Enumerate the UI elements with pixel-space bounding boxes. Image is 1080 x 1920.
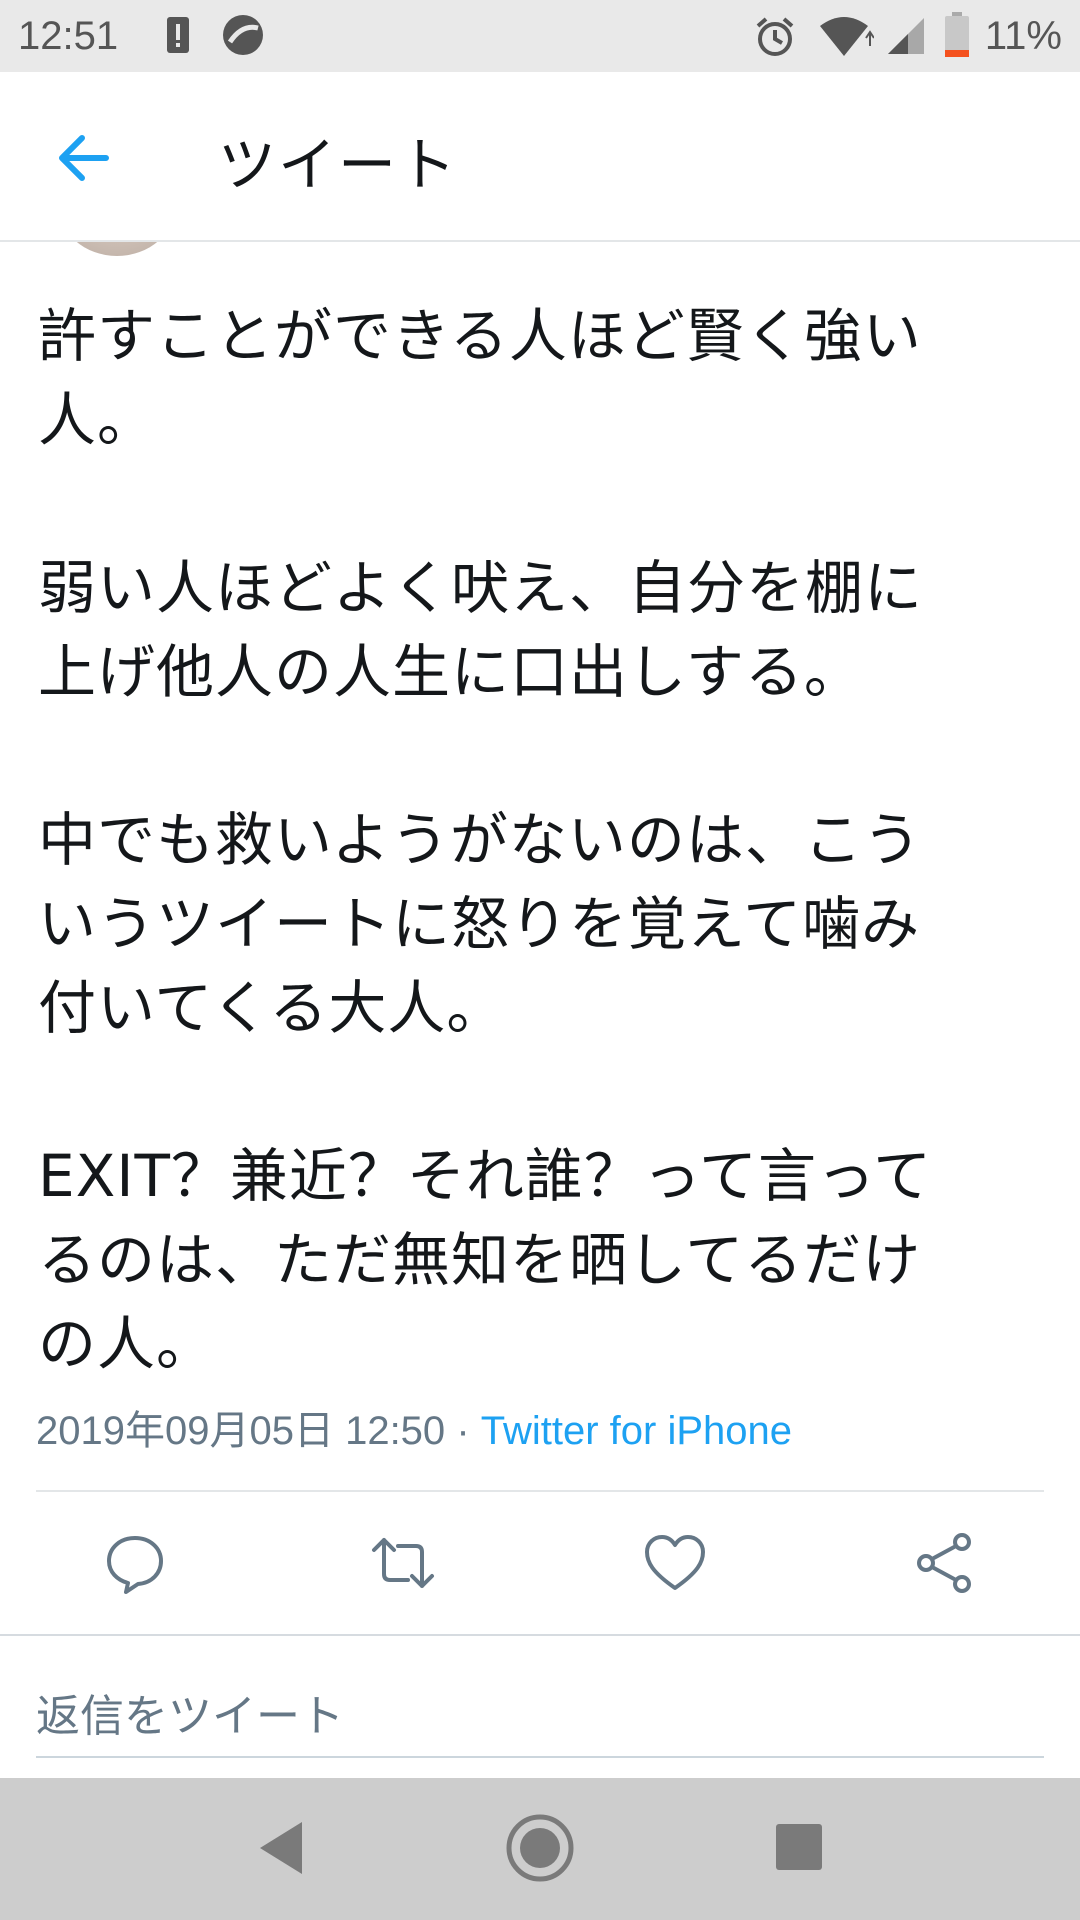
alert-icon xyxy=(166,16,190,58)
status-bar: 12:51 11% xyxy=(0,0,1080,72)
tweet-paragraph: 弱い人ほどよく吠え、自分を棚に 上げ他人の人生に口出しする。 xyxy=(38,554,924,706)
nav-recents-icon[interactable] xyxy=(776,1824,822,1874)
share-icon[interactable] xyxy=(912,1530,978,1596)
divider xyxy=(0,1634,1080,1636)
reply-input[interactable]: 返信をツイート xyxy=(36,1680,344,1744)
reply-icon[interactable] xyxy=(102,1530,168,1596)
tweet-source-link[interactable]: Twitter for iPhone xyxy=(481,1409,792,1453)
reply-underline xyxy=(36,1756,1044,1758)
tweet-actions xyxy=(0,1530,1080,1596)
wifi-icon xyxy=(818,14,875,62)
status-time: 12:51 xyxy=(18,14,119,58)
like-icon[interactable] xyxy=(642,1530,708,1596)
tweet-timestamp: 2019年09月05日 12:50 xyxy=(36,1409,446,1453)
nav-back-icon[interactable] xyxy=(256,1820,306,1880)
app-notification-icon xyxy=(222,14,264,60)
nav-home-icon[interactable] xyxy=(506,1814,574,1886)
tweet-text: 許すことができる人ほど賢く強い 人。 弱い人ほどよく吠え、自分を棚に 上げ他人の… xyxy=(38,294,1048,1386)
tweet-meta: 2019年09月05日 12:50 · Twitter for iPhone xyxy=(36,1398,792,1456)
battery-percent: 11% xyxy=(984,14,1062,58)
page-title: ツイート xyxy=(218,131,459,199)
signal-icon xyxy=(886,16,926,60)
app-header: ツイート xyxy=(0,72,1080,242)
back-arrow-icon[interactable] xyxy=(52,128,112,188)
retweet-icon[interactable] xyxy=(370,1530,436,1596)
battery-icon xyxy=(944,12,970,62)
alarm-icon xyxy=(754,16,796,62)
meta-separator: · xyxy=(456,1409,470,1453)
tweet-paragraph: 中でも救いようがないのは、こう いうツイートに怒りを覚えて噛み 付いてくる大人。 xyxy=(38,806,922,1042)
divider xyxy=(36,1490,1044,1492)
tweet-paragraph: 許すことができる人ほど賢く強い 人。 xyxy=(38,302,922,454)
tweet-paragraph: EXIT？兼近？それ誰？って言って るのは、ただ無知を晒してるだけ の人。 xyxy=(38,1142,933,1378)
nav-bar xyxy=(0,1778,1080,1920)
